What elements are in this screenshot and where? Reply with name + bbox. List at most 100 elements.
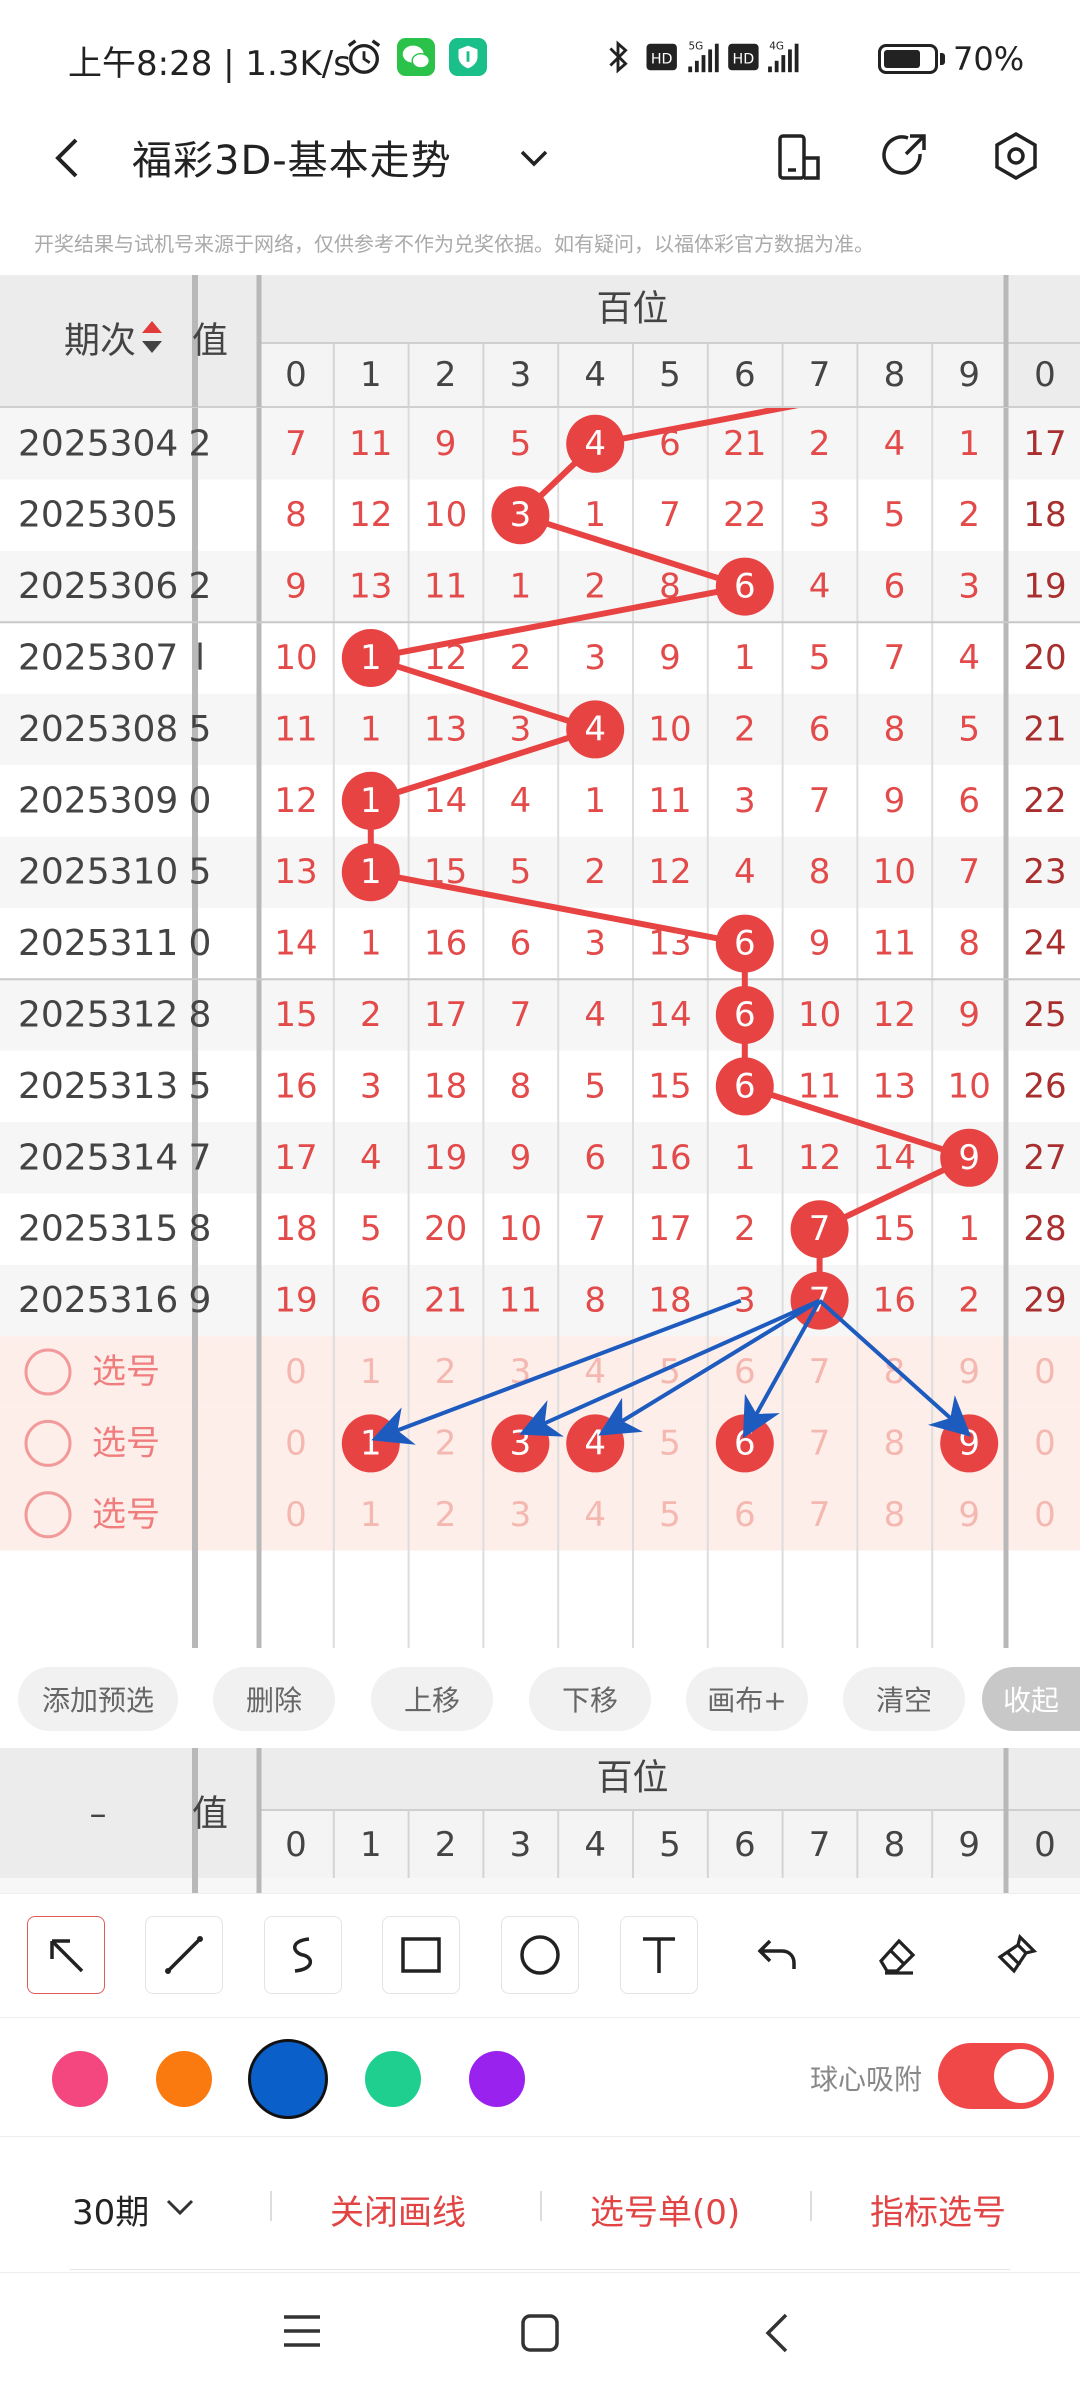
undo-icon[interactable] (739, 1916, 817, 1994)
snap-label: 球心吸附 (810, 2063, 923, 2096)
lower-cut-header: 值 (192, 1794, 228, 1835)
curve-tool-icon[interactable] (264, 1916, 342, 1994)
miss-count: 1 (360, 709, 382, 749)
miss-count: 3 (584, 638, 606, 678)
delete-button[interactable]: 删除 (213, 1667, 335, 1731)
settings-icon[interactable] (990, 130, 1042, 182)
next-group-value: 19 (1023, 567, 1066, 607)
miss-count: 11 (499, 1281, 542, 1321)
miss-count: 4 (809, 567, 831, 607)
miss-count: 17 (648, 1209, 691, 1249)
periods-dropdown[interactable]: 30期 (72, 2185, 149, 2234)
cut-value: 7 (189, 1137, 212, 1178)
miss-count: 15 (274, 995, 317, 1035)
color-purple[interactable] (469, 2051, 525, 2107)
circle-tool-icon[interactable] (501, 1916, 579, 1994)
color-orange[interactable] (156, 2051, 212, 2107)
pick-label: 选号 (92, 1495, 160, 1535)
miss-count: 5 (360, 1209, 382, 1249)
pick-digit: 0 (285, 1352, 307, 1392)
pick-digit: 2 (435, 1423, 457, 1463)
miss-count: 3 (510, 709, 532, 749)
miss-count: 16 (274, 1066, 317, 1106)
text-tool-icon[interactable] (620, 1916, 698, 1994)
pick-number: 6 (734, 1423, 756, 1463)
hit-number: 3 (510, 495, 532, 535)
4g-badge: 4G (769, 40, 784, 52)
miss-count: 4 (510, 781, 532, 821)
page-title[interactable]: 福彩3D-基本走势 (132, 128, 452, 186)
period-label: 2025308 (18, 709, 178, 750)
back-nav-icon[interactable] (758, 2309, 798, 2357)
miss-count: 2 (958, 495, 980, 535)
pick-digit: 7 (809, 1423, 831, 1463)
pick-number: 4 (584, 1423, 606, 1463)
move-up-button[interactable]: 上移 (371, 1667, 493, 1731)
miss-count: 8 (958, 924, 980, 964)
digit-header: 9 (958, 355, 980, 395)
miss-count: 4 (734, 852, 756, 892)
snap-toggle[interactable] (938, 2043, 1054, 2109)
pick-digit: 8 (884, 1423, 906, 1463)
next-group-value: 25 (1023, 995, 1066, 1035)
canvas-plus-button[interactable]: 画布+ (686, 1667, 808, 1731)
miss-count: 1 (958, 1209, 980, 1249)
pick-digit: 0 (285, 1495, 307, 1535)
color-blue-selected[interactable] (248, 2039, 328, 2119)
miss-count: 9 (285, 567, 307, 607)
eraser-icon[interactable] (858, 1916, 936, 1994)
device-icon[interactable] (774, 132, 822, 184)
miss-count: 4 (584, 995, 606, 1035)
miss-count: 8 (510, 1066, 532, 1106)
pick-digit: 9 (958, 1495, 980, 1535)
menu-icon[interactable] (280, 2311, 324, 2351)
miss-count: 11 (873, 924, 916, 964)
miss-count: 15 (648, 1066, 691, 1106)
move-down-button[interactable]: 下移 (529, 1667, 651, 1731)
next-group-value: 28 (1023, 1209, 1066, 1249)
line-tool-icon[interactable] (145, 1916, 223, 1994)
miss-count: 12 (873, 995, 916, 1035)
arrow-tool-icon[interactable] (27, 1916, 105, 1994)
share-icon[interactable] (880, 130, 932, 182)
pick-list-button[interactable]: 选号单(0) (590, 2185, 740, 2234)
miss-count: 5 (884, 495, 906, 535)
add-preselect-button[interactable]: 添加预选 (18, 1667, 178, 1731)
rect-tool-icon[interactable] (382, 1916, 460, 1994)
miss-count: 12 (424, 638, 467, 678)
hit-number: 9 (958, 1138, 980, 1178)
miss-count: 11 (798, 1066, 841, 1106)
miss-count: 15 (424, 852, 467, 892)
indicator-pick-button[interactable]: 指标选号 (870, 2185, 1006, 2234)
miss-count: 1 (734, 638, 756, 678)
back-icon[interactable] (48, 128, 88, 188)
collapse-button[interactable]: 收起 (982, 1667, 1080, 1731)
color-green[interactable] (365, 2051, 421, 2107)
home-icon[interactable] (518, 2311, 562, 2355)
clear-brush-icon[interactable] (977, 1916, 1055, 1994)
miss-count: 2 (734, 709, 756, 749)
miss-count: 7 (884, 638, 906, 678)
miss-count: 15 (873, 1209, 916, 1249)
chevron-down-icon[interactable] (164, 2195, 196, 2219)
trend-chart-svg[interactable]: 2025302597313419723015202530356108414520… (0, 275, 1080, 1648)
digit-header: 4 (584, 355, 606, 395)
color-pink[interactable] (52, 2051, 108, 2107)
miss-count: 5 (510, 424, 532, 464)
trend-chart[interactable]: 2025302597313419723015202530356108414520… (0, 275, 1080, 1648)
clear-button[interactable]: 清空 (843, 1667, 965, 1731)
status-bar: 上午8:28 | 1.3K/s HD 5G HD 4G 70% (0, 0, 1080, 118)
miss-count: 7 (958, 852, 980, 892)
miss-count: 6 (884, 567, 906, 607)
bottom-bar: 30期 关闭画线 选号单(0) 指标选号 (0, 2137, 1080, 2272)
cut-value: 0 (189, 780, 212, 821)
close-lines-button[interactable]: 关闭画线 (330, 2185, 466, 2234)
miss-count: 9 (435, 424, 457, 464)
period-label: 2025314 (18, 1137, 178, 1178)
chevron-down-icon[interactable] (516, 140, 552, 176)
cut-value: 2 (189, 566, 212, 607)
digit-header: 5 (659, 355, 681, 395)
lower-digit-header: 7 (809, 1825, 831, 1865)
next-group-value: 18 (1023, 495, 1066, 535)
miss-count: 3 (360, 1066, 382, 1106)
